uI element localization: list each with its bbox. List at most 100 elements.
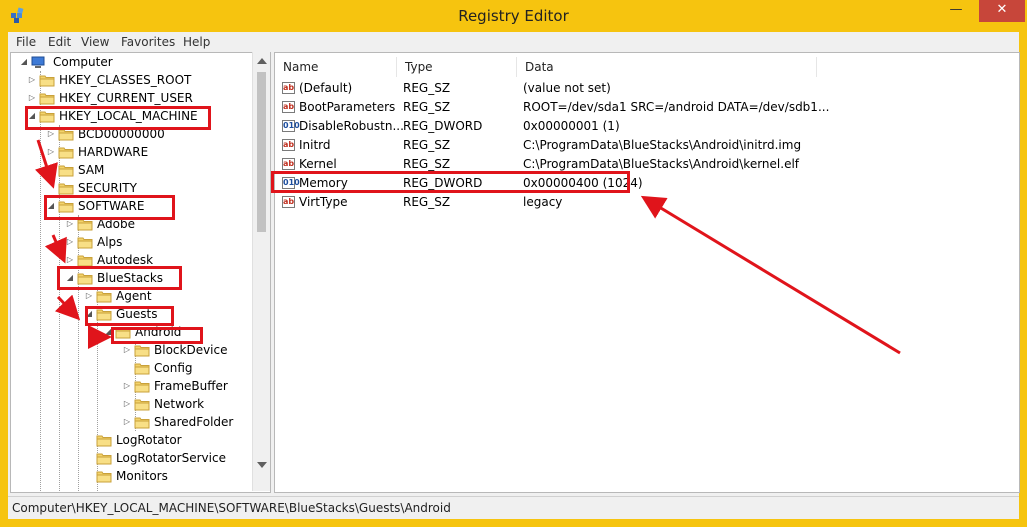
tree-guide [59, 125, 60, 491]
column-header-data[interactable]: Data [517, 57, 817, 77]
folder-icon [77, 237, 93, 249]
tree-node-label: Config [154, 361, 193, 375]
scroll-thumb[interactable] [257, 72, 266, 232]
value-data: (value not set) [523, 81, 611, 95]
string-value-icon: ab [282, 139, 295, 151]
close-button[interactable]: ✕ [979, 0, 1025, 22]
column-header-type[interactable]: Type [397, 57, 517, 77]
expand-icon[interactable]: ▷ [122, 345, 132, 355]
menu-view[interactable]: View [81, 35, 109, 49]
status-bar: Computer\HKEY_LOCAL_MACHINE\SOFTWARE\Blu… [8, 496, 1019, 519]
annotation-box-bluestacks [57, 266, 182, 290]
folder-icon [96, 435, 112, 447]
annotation-box-hklm [25, 106, 211, 130]
menu-bar: File Edit View Favorites Help [8, 32, 1019, 52]
tree-node-label: Alps [97, 235, 123, 249]
tree-node-label: SharedFolder [154, 415, 234, 429]
string-value-icon: ab [282, 82, 295, 94]
tree-node-label: HARDWARE [78, 145, 149, 159]
value-name: Initrd [299, 138, 331, 152]
value-name: DisableRobustn... [299, 119, 404, 133]
column-header-name[interactable]: Name [275, 57, 397, 77]
tree-node-label: FrameBuffer [154, 379, 228, 393]
tree-node-label: Monitors [116, 469, 168, 483]
folder-icon [96, 291, 112, 303]
value-type: REG_SZ [403, 157, 451, 171]
value-row[interactable]: ab VirtType REG_SZ legacy [275, 193, 1019, 212]
folder-icon [39, 93, 55, 105]
tree-node-label: Computer [53, 55, 113, 69]
folder-icon [58, 183, 74, 195]
value-data: legacy [523, 195, 563, 209]
folder-icon [134, 399, 150, 411]
menu-help[interactable]: Help [183, 35, 210, 49]
value-type: REG_SZ [403, 195, 451, 209]
expand-icon[interactable]: ▷ [27, 75, 37, 85]
values-list-pane[interactable]: Name Type Data ab (Default) REG_SZ (value n… [274, 52, 1020, 493]
tree-node-label: LogRotator [116, 433, 182, 447]
folder-icon [58, 147, 74, 159]
annotation-box-memory [271, 171, 630, 193]
expand-icon[interactable]: ▷ [46, 165, 56, 175]
expand-icon[interactable]: ▷ [122, 399, 132, 409]
tree-node-computer[interactable]: ◢ Computer [11, 54, 251, 72]
annotation-box-guests [85, 306, 174, 326]
folder-icon [134, 381, 150, 393]
value-row[interactable]: ab Initrd REG_SZ C:\ProgramData\BlueStacks\… [275, 136, 1019, 155]
value-data: C:\ProgramData\BlueStacks\Android\initrd… [523, 138, 802, 152]
value-name: VirtType [299, 195, 348, 209]
minimize-button[interactable]: — [943, 0, 969, 22]
tree-node-label: LogRotatorService [116, 451, 226, 465]
collapse-icon[interactable]: ◢ [19, 57, 29, 67]
menu-favorites[interactable]: Favorites [121, 35, 175, 49]
value-row[interactable]: 010 DisableRobustn... REG_DWORD 0x00000001 … [275, 117, 1019, 136]
registry-editor-window: Registry Editor — ✕ File Edit View Favor… [0, 0, 1027, 527]
annotation-box-android [111, 327, 203, 344]
folder-icon [134, 363, 150, 375]
value-data: ROOT=/dev/sda1 SRC=/android DATA=/dev/sd… [523, 100, 830, 114]
scroll-up-arrow-icon[interactable] [257, 58, 267, 64]
string-value-icon: ab [282, 158, 295, 170]
value-type: REG_SZ [403, 138, 451, 152]
folder-icon [96, 453, 112, 465]
value-type: REG_DWORD [403, 119, 483, 133]
expand-icon[interactable]: ▷ [84, 291, 94, 301]
value-row[interactable]: ab BootParameters REG_SZ ROOT=/dev/sda1 SRC… [275, 98, 1019, 117]
scroll-down-arrow-icon[interactable] [257, 462, 267, 468]
tree-node-label: HKEY_CURRENT_USER [59, 91, 193, 105]
tree-node-label: HKEY_CLASSES_ROOT [59, 73, 192, 87]
status-path: Computer\HKEY_LOCAL_MACHINE\SOFTWARE\Blu… [12, 501, 451, 515]
tree-scrollbar[interactable] [252, 52, 270, 491]
expand-icon[interactable]: ▷ [122, 417, 132, 427]
tree-node-label: SECURITY [78, 181, 137, 195]
menu-edit[interactable]: Edit [48, 35, 71, 49]
expand-icon[interactable]: ▷ [65, 255, 75, 265]
expand-icon[interactable]: ▷ [27, 93, 37, 103]
value-data: C:\ProgramData\BlueStacks\Android\kernel… [523, 157, 800, 171]
folder-icon [96, 471, 112, 483]
title-bar[interactable]: Registry Editor — ✕ [0, 0, 1027, 32]
value-type: REG_SZ [403, 81, 451, 95]
value-type: REG_SZ [403, 100, 451, 114]
folder-icon [39, 75, 55, 87]
annotation-box-software [44, 195, 175, 220]
folder-icon [134, 345, 150, 357]
expand-icon[interactable]: ▷ [46, 147, 56, 157]
tree-node-label: BlockDevice [154, 343, 228, 357]
value-name: (Default) [299, 81, 353, 95]
value-name: BootParameters [299, 100, 396, 114]
expand-icon[interactable]: ▷ [65, 219, 75, 229]
value-name: Kernel [299, 157, 337, 171]
value-row[interactable]: ab (Default) REG_SZ (value not set) [275, 79, 1019, 98]
value-data: 0x00000001 (1) [523, 119, 620, 133]
menu-file[interactable]: File [16, 35, 36, 49]
expand-icon[interactable]: ▷ [122, 381, 132, 391]
folder-icon [58, 165, 74, 177]
tree-node-label: Agent [116, 289, 152, 303]
expand-icon[interactable]: ▷ [46, 129, 56, 139]
computer-icon [31, 56, 45, 68]
expand-icon[interactable]: ▷ [65, 237, 75, 247]
binary-value-icon: 010 [282, 120, 300, 132]
tree-node-label: Network [154, 397, 205, 411]
window-title: Registry Editor [458, 7, 569, 25]
